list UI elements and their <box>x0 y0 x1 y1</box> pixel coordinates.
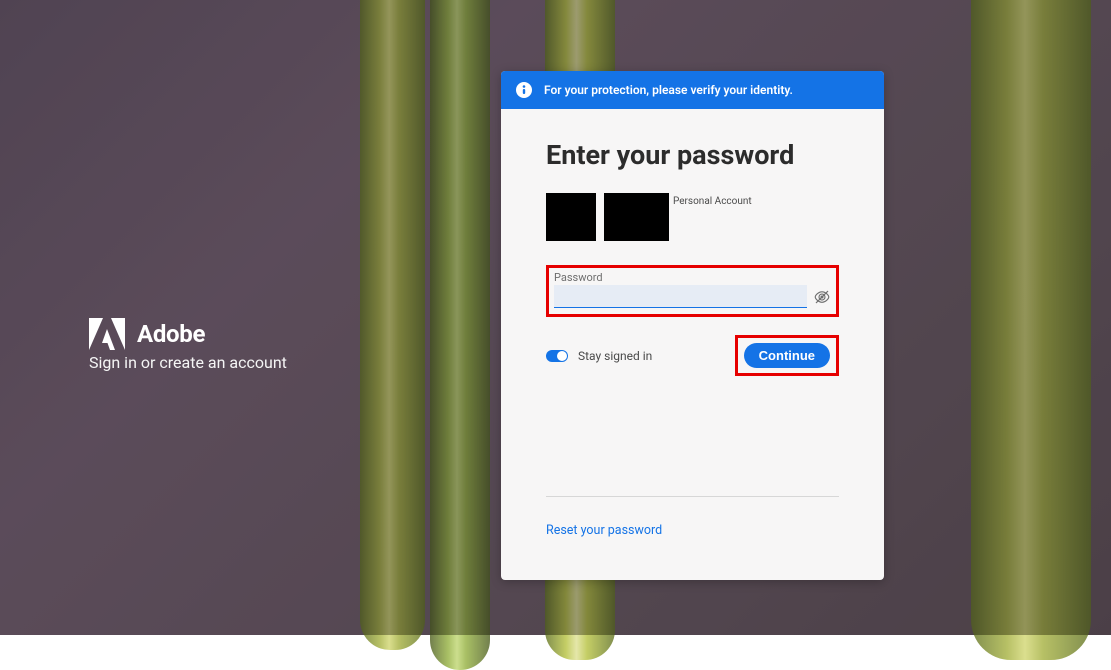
adobe-logo-icon <box>89 318 125 350</box>
page-title: Enter your password <box>546 139 839 171</box>
stay-signed-in-toggle[interactable] <box>546 350 568 362</box>
account-chip[interactable]: Personal Account <box>546 193 839 241</box>
divider <box>546 496 839 497</box>
redacted-name <box>604 210 669 241</box>
password-label: Password <box>554 271 831 284</box>
stay-signed-in-label: Stay signed in <box>578 349 652 363</box>
toggle-visibility-icon[interactable] <box>813 288 831 306</box>
reset-password-link[interactable]: Reset your password <box>546 523 662 538</box>
continue-button-highlight: Continue <box>735 335 839 376</box>
redacted-email <box>604 193 669 210</box>
brand-name: Adobe <box>137 320 205 348</box>
continue-button[interactable]: Continue <box>744 343 830 368</box>
avatar <box>546 193 596 241</box>
banner-text: For your protection, please verify your … <box>544 83 793 97</box>
brand-header: Adobe <box>89 318 205 350</box>
info-icon <box>516 82 532 98</box>
account-type-label: Personal Account <box>673 196 752 207</box>
password-field-highlight: Password <box>546 265 839 317</box>
stay-signed-in-group: Stay signed in <box>546 349 652 363</box>
brand-tagline: Sign in or create an account <box>89 353 287 372</box>
password-input[interactable] <box>554 285 807 308</box>
info-banner: For your protection, please verify your … <box>501 71 884 109</box>
signin-card: For your protection, please verify your … <box>501 71 884 580</box>
